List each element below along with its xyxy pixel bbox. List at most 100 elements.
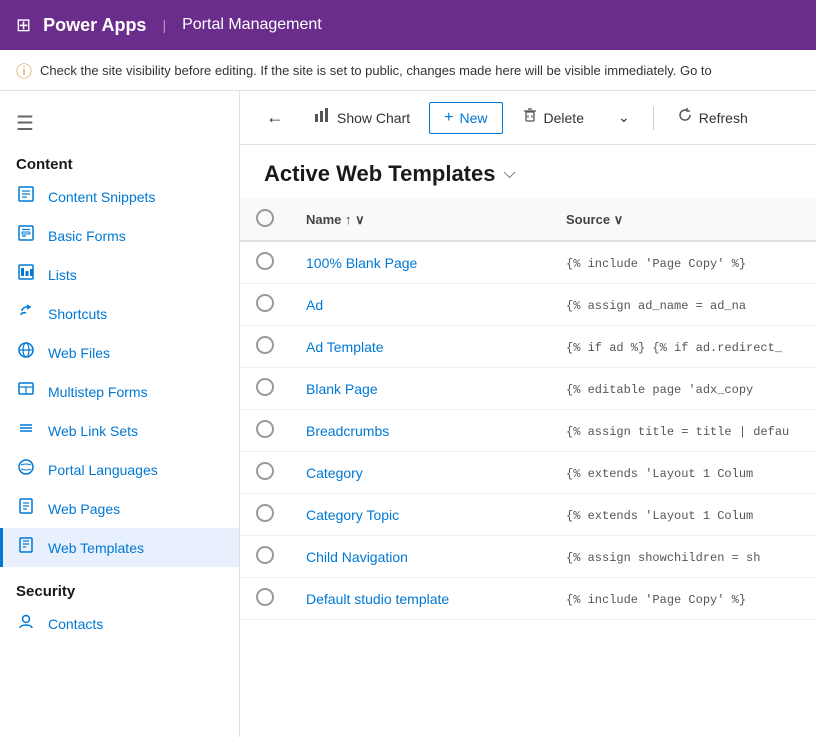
row-checkbox[interactable] [256, 588, 274, 606]
web-templates-icon [16, 536, 36, 559]
refresh-button[interactable]: Refresh [662, 100, 763, 135]
table-row: Breadcrumbs {% assign title = title | def… [240, 410, 816, 452]
source-value: {% if ad %} {% if ad.redirect_ [566, 341, 782, 355]
row-checkbox-cell[interactable] [240, 452, 290, 494]
sidebar-item-label: Web Templates [48, 540, 144, 556]
hamburger-menu-icon[interactable]: ☰ [0, 99, 239, 148]
record-name-link[interactable]: Default studio template [306, 591, 449, 607]
record-name-link[interactable]: Breadcrumbs [306, 423, 389, 439]
sidebar-item-lists[interactable]: Lists [0, 255, 239, 294]
row-checkbox[interactable] [256, 336, 274, 354]
sidebar-item-label: Contacts [48, 616, 103, 632]
record-name-link[interactable]: Child Navigation [306, 549, 408, 565]
multistep-forms-icon [16, 380, 36, 403]
sidebar-item-label: Web Files [48, 345, 110, 361]
record-name-link[interactable]: Category Topic [306, 507, 399, 523]
sidebar-item-web-templates[interactable]: Web Templates [0, 528, 239, 567]
show-chart-button[interactable]: Show Chart [298, 99, 425, 136]
record-name-cell: Blank Page [290, 368, 550, 410]
source-cell: {% include 'Page Copy' %} [550, 578, 816, 620]
row-checkbox[interactable] [256, 546, 274, 564]
record-name-cell: Category Topic [290, 494, 550, 536]
sidebar-item-label: Web Link Sets [48, 423, 138, 439]
grid-icon: ⊞ [16, 15, 31, 36]
row-checkbox[interactable] [256, 420, 274, 438]
source-value: {% include 'Page Copy' %} [566, 593, 746, 607]
sidebar-item-label: Content Snippets [48, 189, 155, 205]
content-snippets-icon [16, 185, 36, 208]
source-value: {% assign ad_name = ad_na [566, 299, 746, 313]
sidebar-item-web-link-sets[interactable]: Web Link Sets [0, 411, 239, 450]
lists-icon [16, 263, 36, 286]
table-row: Child Navigation{% assign showchildren =… [240, 536, 816, 578]
record-name-link[interactable]: Blank Page [306, 381, 378, 397]
table-row: 100% Blank Page {% include 'Page Copy' %} [240, 241, 816, 284]
table-area: Active Web Templates ⌵ Name ↑ ∨ [240, 145, 816, 737]
name-column-header[interactable]: Name ↑ ∨ [290, 199, 550, 241]
web-link-sets-icon [16, 419, 36, 442]
sidebar-item-label: Portal Languages [48, 462, 158, 478]
web-pages-icon [16, 497, 36, 520]
row-checkbox[interactable] [256, 294, 274, 312]
header-checkbox[interactable] [256, 209, 274, 227]
source-filter-icon[interactable]: ∨ [614, 212, 624, 227]
row-checkbox-cell[interactable] [240, 241, 290, 284]
web-files-icon [16, 341, 36, 364]
row-checkbox-cell[interactable] [240, 578, 290, 620]
row-checkbox-cell[interactable] [240, 536, 290, 578]
source-value: {% extends 'Layout 1 Colum [566, 467, 753, 481]
sidebar: ☰ Content Content Snippets Basic Forms L… [0, 91, 240, 737]
sidebar-item-basic-forms[interactable]: Basic Forms [0, 216, 239, 255]
sort-filter-icon[interactable]: ∨ [355, 212, 365, 227]
sidebar-item-web-files[interactable]: Web Files [0, 333, 239, 372]
sidebar-item-label: Lists [48, 267, 77, 283]
row-checkbox[interactable] [256, 252, 274, 270]
source-value: {% extends 'Layout 1 Colum [566, 509, 753, 523]
row-checkbox-cell[interactable] [240, 410, 290, 452]
row-checkbox[interactable] [256, 378, 274, 396]
sidebar-item-contacts[interactable]: Contacts [0, 604, 239, 643]
record-name-link[interactable]: Category [306, 465, 363, 481]
sidebar-item-shortcuts[interactable]: Shortcuts [0, 294, 239, 333]
source-cell: {% include 'Page Copy' %} [550, 241, 816, 284]
back-button[interactable]: ← [256, 101, 294, 134]
row-checkbox[interactable] [256, 504, 274, 522]
sidebar-item-web-pages[interactable]: Web Pages [0, 489, 239, 528]
record-name-link[interactable]: Ad [306, 297, 323, 313]
record-name-cell: Child Navigation [290, 536, 550, 578]
table-row: Category {% extends 'Layout 1 Colum [240, 452, 816, 494]
table-row: Ad {% assign ad_name = ad_na [240, 284, 816, 326]
sidebar-item-multistep-forms[interactable]: Multistep Forms [0, 372, 239, 411]
row-checkbox-cell[interactable] [240, 326, 290, 368]
record-name-link[interactable]: Ad Template [306, 339, 384, 355]
source-value: {% assign title = title | defau [566, 425, 789, 439]
plus-icon: + [444, 109, 453, 127]
sidebar-item-label: Shortcuts [48, 306, 107, 322]
page-title-bar: Active Web Templates ⌵ [240, 145, 816, 199]
contacts-icon [16, 612, 36, 635]
warning-text: Check the site visibility before editing… [40, 63, 712, 78]
sidebar-item-portal-languages[interactable]: Portal Languages [0, 450, 239, 489]
source-cell: {% if ad %} {% if ad.redirect_ [550, 326, 816, 368]
warning-bar: ⓘ Check the site visibility before editi… [0, 50, 816, 91]
sidebar-item-content-snippets[interactable]: Content Snippets [0, 177, 239, 216]
row-checkbox-cell[interactable] [240, 284, 290, 326]
source-column-header[interactable]: Source ∨ [550, 199, 816, 241]
name-column-label: Name [306, 212, 341, 227]
page-title-chevron-icon[interactable]: ⌵ [503, 165, 515, 183]
record-name-link[interactable]: 100% Blank Page [306, 255, 417, 271]
row-checkbox-cell[interactable] [240, 368, 290, 410]
data-table: Name ↑ ∨ Source ∨ 100% Blank Page {% incl… [240, 199, 816, 620]
sidebar-security-section-title: Security [0, 567, 239, 604]
record-name-cell: Ad [290, 284, 550, 326]
app-title: Power Apps [43, 15, 146, 36]
row-checkbox[interactable] [256, 462, 274, 480]
row-checkbox-cell[interactable] [240, 494, 290, 536]
delete-button[interactable]: Delete [507, 100, 599, 135]
new-label: New [460, 110, 488, 126]
delete-icon [522, 107, 538, 128]
new-button[interactable]: + New [429, 102, 502, 134]
refresh-label: Refresh [699, 110, 748, 126]
dropdown-button[interactable]: ⌄ [603, 102, 645, 133]
source-value: {% include 'Page Copy' %} [566, 257, 746, 271]
